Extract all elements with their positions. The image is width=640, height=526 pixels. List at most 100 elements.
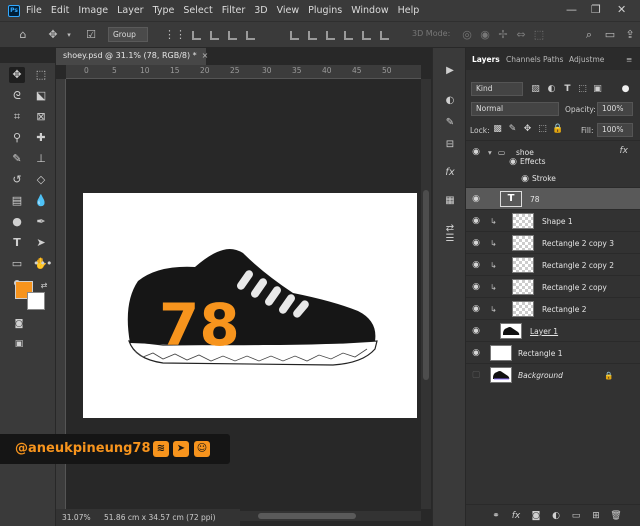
tab-layers[interactable]: Layers [472, 55, 500, 64]
brush-settings-icon[interactable]: ✎ [443, 116, 457, 130]
play-icon[interactable]: ▶ [443, 64, 457, 78]
object-selection-tool-icon[interactable]: ⬕ [33, 88, 49, 104]
lock-image-icon[interactable]: ✎ [507, 124, 518, 135]
layer-row-rectangle-1[interactable]: ◉ Rectangle 1 [466, 341, 640, 363]
type-filter-icon[interactable]: T [562, 84, 573, 95]
visibility-eye-icon[interactable]: ◉ [471, 194, 481, 204]
tab-paths[interactable]: Paths [543, 55, 563, 64]
lock-all-icon[interactable]: 🔒 [552, 124, 563, 135]
clone-stamp-tool-icon[interactable]: ⊥ [33, 151, 49, 167]
menu-window[interactable]: Window [351, 5, 388, 16]
layer-row-shape-1[interactable]: ◉ ↳ Shape 1 [466, 209, 640, 231]
menu-plugins[interactable]: Plugins [308, 5, 342, 16]
align-top-icon[interactable] [246, 31, 255, 40]
distribute-bottom-icon[interactable] [362, 31, 371, 40]
move-tool-icon[interactable]: ✥ [46, 28, 60, 42]
panel-menu-icon[interactable]: ≡ [626, 55, 632, 64]
blend-mode-dropdown[interactable]: Normal [471, 102, 559, 116]
adjustments-icon[interactable]: ◐ [443, 94, 457, 108]
styles-icon[interactable]: fx [443, 166, 457, 180]
delete-layer-icon[interactable]: 🗑 [610, 510, 622, 522]
orbit-3d-icon[interactable]: ◎ [460, 28, 474, 42]
swap-colors-icon[interactable]: ⇄ [36, 278, 52, 294]
pan-3d-icon[interactable]: ✢ [496, 28, 510, 42]
menu-3d[interactable]: 3D [254, 5, 267, 16]
menu-select[interactable]: Select [183, 5, 212, 16]
layer-row-effects[interactable]: ◉ Effects [466, 153, 640, 170]
roll-3d-icon[interactable]: ◉ [478, 28, 492, 42]
effects-eye-icon[interactable]: ◉ [508, 157, 518, 167]
path-selection-tool-icon[interactable]: ➤ [33, 235, 49, 251]
tab-adjustments[interactable]: Adjustme [569, 55, 604, 64]
pixel-filter-icon[interactable]: ▨ [530, 84, 541, 95]
new-layer-icon[interactable]: ⊞ [590, 510, 602, 522]
layer-row-rect-2[interactable]: ◉ ↳ Rectangle 2 [466, 297, 640, 319]
distribute-top-icon[interactable] [344, 31, 353, 40]
share-icon[interactable]: ⇪ [623, 28, 637, 42]
add-mask-icon[interactable]: ◙ [530, 510, 542, 522]
auto-select-dropdown[interactable]: Group [108, 27, 148, 42]
auto-select-checkbox[interactable]: ☑ [84, 28, 98, 42]
eraser-tool-icon[interactable]: ◇ [33, 172, 49, 188]
layer-row-rect-2-copy-3[interactable]: ◉ ↳ Rectangle 2 copy 3 [466, 231, 640, 253]
menu-file[interactable]: File [26, 5, 42, 16]
lock-transparent-icon[interactable]: ▩ [492, 124, 503, 135]
tab-channels[interactable]: Channels [506, 55, 541, 64]
link-layers-icon[interactable]: ⚭ [490, 510, 502, 522]
history-icon[interactable]: ▦ [443, 194, 457, 208]
layer-row-stroke-effect[interactable]: ◉ Stroke [466, 170, 640, 187]
blur-tool-icon[interactable]: 💧 [33, 193, 49, 209]
vertical-scrollbar-thumb[interactable] [423, 190, 429, 380]
search-icon[interactable]: ⌕ [582, 28, 596, 42]
visibility-eye-icon[interactable]: ◉ [471, 348, 481, 358]
zoom-level-field[interactable]: 31.07% [62, 513, 91, 522]
shape-filter-icon[interactable]: ⬚ [577, 84, 588, 95]
eyedropper-tool-icon[interactable]: ⚲ [9, 130, 25, 146]
menu-view[interactable]: View [277, 5, 300, 16]
screen-mode-icon[interactable]: ▣ [11, 336, 27, 352]
new-adjustment-icon[interactable]: ◐ [550, 510, 562, 522]
chevron-down-icon[interactable]: ▾ [62, 28, 76, 42]
more-tools-icon[interactable]: ••• [33, 256, 52, 272]
horizontal-scrollbar-thumb[interactable] [258, 513, 356, 519]
stroke-eye-icon[interactable]: ◉ [520, 174, 530, 184]
document-tab[interactable]: shoey.psd @ 31.1% (78, RGB/8) * × [56, 48, 209, 65]
frame-tool-icon[interactable]: ⊠ [33, 109, 49, 125]
distribute-right-icon[interactable] [326, 31, 335, 40]
menu-edit[interactable]: Edit [51, 5, 69, 16]
close-document-icon[interactable]: × [202, 51, 209, 60]
visibility-eye-icon[interactable]: ◉ [471, 282, 481, 292]
quick-mask-icon[interactable]: ◙ [11, 316, 27, 332]
transform-controls-icon[interactable]: ⋮⋮ [164, 28, 186, 42]
add-layer-style-icon[interactable]: fx [510, 510, 522, 522]
layer-row-rect-2-copy[interactable]: ◉ ↳ Rectangle 2 copy [466, 275, 640, 297]
properties-icon[interactable]: ☰ [443, 232, 457, 246]
tool-presets-icon[interactable]: ⊟ [443, 138, 457, 152]
visibility-eye-icon[interactable]: ◉ [471, 216, 481, 226]
align-left-icon[interactable] [192, 31, 201, 40]
document-size-info[interactable]: 51.86 cm x 34.57 cm (72 ppi) [104, 513, 216, 522]
move-tool-icon[interactable]: ✥ [9, 67, 25, 83]
fill-field[interactable]: 100% [597, 123, 633, 137]
workspace-icon[interactable]: ▭ [603, 28, 617, 42]
filter-kind-dropdown[interactable]: Kind [471, 82, 523, 96]
layer-row-rect-2-copy-2[interactable]: ◉ ↳ Rectangle 2 copy 2 [466, 253, 640, 275]
adjustment-filter-icon[interactable]: ◐ [546, 84, 557, 95]
home-icon[interactable]: ⌂ [16, 28, 30, 42]
layer-row-78-text[interactable]: ◉ T 78 [466, 187, 640, 209]
filter-toggle-icon[interactable]: ● [620, 84, 631, 95]
visibility-eye-icon[interactable]: ◉ [471, 326, 481, 336]
close-window-button[interactable]: ✕ [617, 3, 626, 16]
align-right-icon[interactable] [228, 31, 237, 40]
minimize-button[interactable]: — [566, 3, 577, 16]
lock-artboard-icon[interactable]: ⬚ [537, 124, 548, 135]
type-tool-icon[interactable]: T [9, 235, 25, 251]
new-group-icon[interactable]: ▭ [570, 510, 582, 522]
distribute-spacing-icon[interactable] [380, 31, 389, 40]
pen-tool-icon[interactable]: ✒ [33, 214, 49, 230]
opacity-field[interactable]: 100% [597, 102, 633, 116]
distribute-center-icon[interactable] [308, 31, 317, 40]
background-color-swatch[interactable] [27, 292, 45, 310]
maximize-button[interactable]: ❐ [591, 3, 601, 16]
menu-filter[interactable]: Filter [222, 5, 246, 16]
